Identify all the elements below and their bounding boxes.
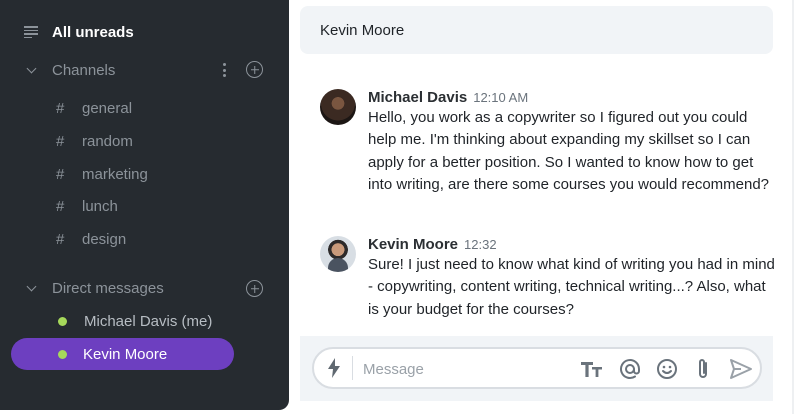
hash-icon: # [56,99,65,117]
sidebar-item-kevin-moore[interactable]: Kevin Moore [11,338,234,370]
chevron-down-icon[interactable] [26,283,36,293]
emoji-icon[interactable] [655,357,679,381]
sidebar-item-michael-davis[interactable]: Michael Davis (me) [0,310,289,332]
sidebar-item-random[interactable]: # random [0,130,289,152]
message-author[interactable]: Kevin Moore [368,236,458,253]
more-options-icon[interactable] [222,63,226,77]
hash-icon: # [56,132,65,150]
online-status-icon [58,316,67,326]
channel-label: lunch [82,197,118,215]
channels-header-label: Channels [52,61,116,79]
message-input[interactable] [363,358,563,380]
attachment-icon[interactable] [691,357,715,381]
message-text: Sure! I just need to know what kind of w… [368,256,775,318]
chevron-down-icon[interactable] [26,65,36,75]
message-text: Hello, you work as a copywriter so I fig… [368,109,770,193]
sidebar-item-design[interactable]: # design [0,228,289,250]
send-icon[interactable] [729,357,753,381]
composer-panel [300,336,773,401]
lightning-icon[interactable] [327,358,341,378]
conversation-title: Kevin Moore [320,21,405,39]
avatar[interactable] [320,236,356,272]
mention-icon[interactable] [618,357,642,381]
list-icon [24,26,38,38]
text-format-icon[interactable] [580,357,604,381]
message-meta: Michael Davis 12:10 AM [368,89,778,106]
hash-icon: # [56,197,65,215]
message-composer [312,347,762,389]
message-timestamp: 12:10 AM [473,90,529,105]
dm-label: Michael Davis (me) [84,312,213,330]
hash-icon: # [56,165,65,183]
channel-label: general [82,99,133,117]
composer-divider [352,356,353,380]
channel-label: random [82,132,133,150]
message-body: Kevin Moore 12:32 Sure! I just need to k… [368,236,778,321]
message-meta: Kevin Moore 12:32 [368,236,778,253]
conversation-header: Kevin Moore [300,6,773,54]
direct-messages-section-header[interactable]: Direct messages [0,276,289,300]
add-channel-icon[interactable] [246,61,263,78]
sidebar-item-general[interactable]: # general [0,97,289,119]
channel-label: design [82,230,127,248]
online-status-icon [58,349,67,359]
all-unreads-item[interactable]: All unreads [0,20,289,44]
avatar[interactable] [320,89,356,125]
hash-icon: # [56,230,65,248]
channels-section-header[interactable]: Channels [0,58,289,82]
sidebar: All unreads Channels # general # random … [0,0,289,410]
sidebar-item-marketing[interactable]: # marketing [0,163,289,185]
dm-label: Kevin Moore [83,345,168,363]
all-unreads-label: All unreads [52,23,134,41]
sidebar-item-lunch[interactable]: # lunch [0,195,289,217]
add-direct-message-icon[interactable] [246,280,263,297]
message-body: Michael Davis 12:10 AM Hello, you work a… [368,89,778,196]
channel-label: marketing [82,165,148,183]
message-timestamp: 12:32 [464,237,497,252]
direct-messages-header-label: Direct messages [52,279,164,297]
message-author[interactable]: Michael Davis [368,89,467,106]
